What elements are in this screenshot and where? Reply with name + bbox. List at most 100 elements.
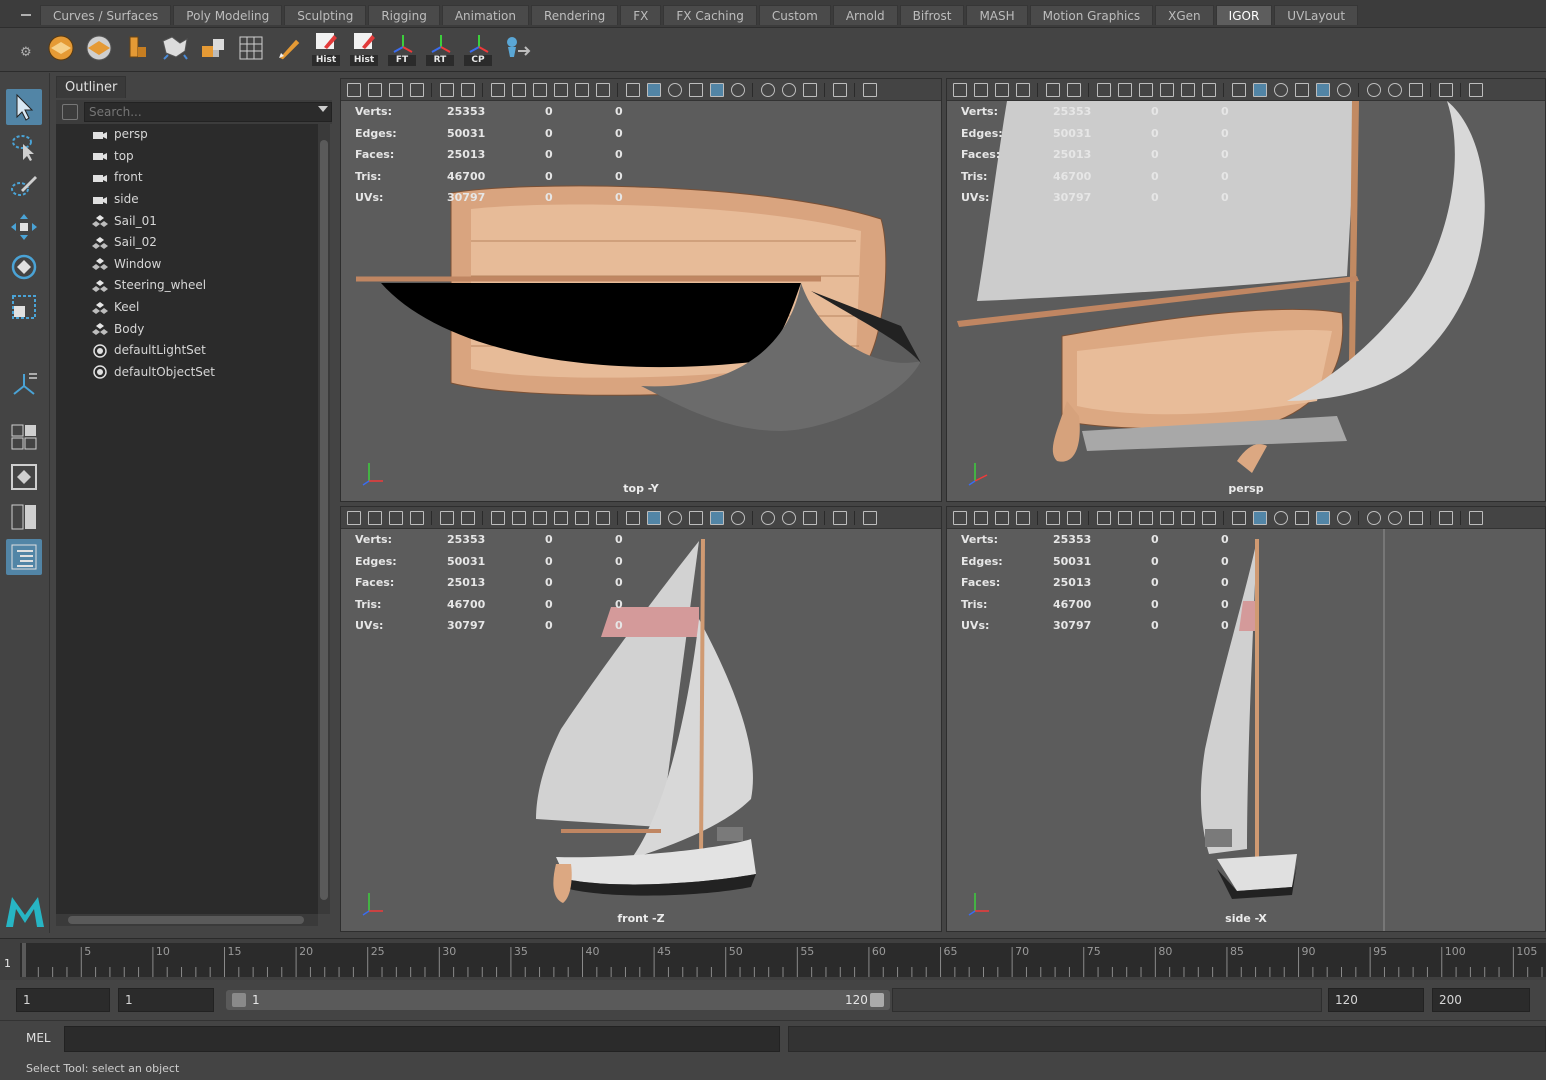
viewport-cam-icon[interactable] — [389, 510, 403, 525]
viewport-tex-icon[interactable] — [710, 510, 724, 525]
layout-single-view-button[interactable] — [6, 459, 42, 495]
viewport-gate-icon[interactable] — [1181, 510, 1195, 525]
viewport-move-icon[interactable] — [1046, 82, 1060, 97]
viewport-cam-icon[interactable] — [347, 82, 361, 97]
layout-four-view-button[interactable] — [6, 419, 42, 455]
shelf-tab-arnold[interactable]: Arnold — [832, 5, 898, 25]
paint-tool-button[interactable] — [272, 30, 306, 66]
viewport-gate-icon[interactable] — [575, 510, 589, 525]
outliner-item[interactable]: Sail_01 — [56, 210, 318, 232]
viewport-res-icon[interactable] — [533, 82, 547, 97]
shelf-tab-rigging[interactable]: Rigging — [368, 5, 440, 25]
shelf-tab-animation[interactable]: Animation — [441, 5, 529, 25]
viewport-shadow-icon[interactable] — [1367, 82, 1381, 97]
viewport-shade-icon[interactable] — [647, 510, 661, 525]
outliner-item[interactable]: side — [56, 189, 318, 211]
viewport-sphere-icon[interactable] — [1274, 82, 1288, 97]
viewport-safe-icon[interactable] — [1160, 82, 1174, 97]
viewport-xray-icon[interactable] — [1469, 510, 1483, 525]
viewport-film-icon[interactable] — [1118, 510, 1132, 525]
viewport-move-icon[interactable] — [440, 510, 454, 525]
hist-button-2[interactable]: Hist — [348, 30, 382, 66]
viewport-mb-icon[interactable] — [803, 510, 817, 525]
viewport-cube-icon[interactable] — [626, 510, 640, 525]
combine-button[interactable] — [196, 30, 230, 66]
viewport-pen-icon[interactable] — [1067, 82, 1081, 97]
range-start-handle[interactable] — [232, 993, 246, 1007]
outliner-item[interactable]: top — [56, 146, 318, 168]
viewport-bm-icon[interactable] — [410, 82, 424, 97]
viewport-res-icon[interactable] — [1139, 82, 1153, 97]
outliner-search-input[interactable] — [84, 102, 332, 122]
viewport-wire-icon[interactable] — [689, 510, 703, 525]
viewport-move-icon[interactable] — [1046, 510, 1060, 525]
shelf-tab-mash[interactable]: MASH — [966, 5, 1028, 25]
scale-tool-button[interactable] — [6, 289, 42, 325]
shelf-tab-igor[interactable]: IGOR — [1215, 5, 1273, 25]
viewport-mb-icon[interactable] — [803, 82, 817, 97]
viewport-iso-icon[interactable] — [833, 82, 847, 97]
viewport-txt-icon[interactable] — [1202, 510, 1216, 525]
poly-plane-button[interactable] — [82, 30, 116, 66]
viewport-ao-icon[interactable] — [782, 82, 796, 97]
layout-two-view-button[interactable] — [6, 499, 42, 535]
playback-end-field[interactable]: 120 — [1328, 988, 1424, 1012]
viewport-light-icon[interactable] — [1337, 510, 1351, 525]
outliner-item[interactable]: defaultLightSet — [56, 340, 318, 362]
range-track[interactable] — [226, 990, 890, 1010]
viewport-light-icon[interactable] — [731, 510, 745, 525]
viewport-txt-icon[interactable] — [1202, 82, 1216, 97]
viewport-cam-icon[interactable] — [974, 82, 988, 97]
rotate-tool-button[interactable] — [6, 249, 42, 285]
shelf-tab-rendering[interactable]: Rendering — [531, 5, 619, 25]
shelf-gear-icon[interactable]: ⚙ — [20, 46, 34, 60]
viewport-tex-icon[interactable] — [1316, 82, 1330, 97]
viewport-xray-icon[interactable] — [1469, 82, 1483, 97]
paint-select-tool-button[interactable] — [6, 169, 42, 205]
viewport-cam-icon[interactable] — [389, 82, 403, 97]
outliner-horizontal-scrollbar[interactable] — [56, 914, 318, 926]
viewport-mb-icon[interactable] — [1409, 510, 1423, 525]
viewport-iso-icon[interactable] — [1439, 82, 1453, 97]
viewport-iso-icon[interactable] — [1439, 510, 1453, 525]
viewport-bm-icon[interactable] — [410, 510, 424, 525]
viewport-grid-icon[interactable] — [491, 510, 505, 525]
outliner-item[interactable]: Body — [56, 318, 318, 340]
viewport-safe-icon[interactable] — [1160, 510, 1174, 525]
shelf-tab-motion-graphics[interactable]: Motion Graphics — [1029, 5, 1154, 25]
viewport-light-icon[interactable] — [1337, 82, 1351, 97]
viewport-sphere-icon[interactable] — [1274, 510, 1288, 525]
script-language-toggle[interactable]: MEL — [26, 1031, 51, 1045]
viewport-top[interactable]: Verts: 25353 0 0 Edges: 50031 0 0 Faces: 25013 0 0 T… — [340, 78, 942, 502]
outliner-tab[interactable]: Outliner — [56, 76, 127, 98]
viewport-tex-icon[interactable] — [1316, 510, 1330, 525]
shelf-tab-fx[interactable]: FX — [620, 5, 662, 25]
viewport-txt-icon[interactable] — [596, 510, 610, 525]
move-tool-button[interactable] — [6, 209, 42, 245]
outliner-item[interactable]: defaultObjectSet — [56, 362, 318, 384]
hist-button-1[interactable]: Hist — [310, 30, 344, 66]
viewport-side[interactable]: Verts: 25353 0 0 Edges: 50031 0 0 Faces: 25013 0 0 T… — [946, 506, 1546, 932]
viewport-res-icon[interactable] — [533, 510, 547, 525]
shelf-tab-sculpting[interactable]: Sculpting — [284, 5, 367, 25]
viewport-cam-icon[interactable] — [347, 510, 361, 525]
viewport-shadow-icon[interactable] — [761, 510, 775, 525]
outliner-item[interactable]: Sail_02 — [56, 232, 318, 254]
viewport-cam-icon[interactable] — [995, 82, 1009, 97]
viewport-txt-icon[interactable] — [596, 82, 610, 97]
freeze-transforms-button[interactable]: FT — [386, 30, 420, 66]
viewport-mb-icon[interactable] — [1409, 82, 1423, 97]
viewport-xray-icon[interactable] — [863, 82, 877, 97]
viewport-ao-icon[interactable] — [1388, 82, 1402, 97]
viewport-cam-icon[interactable] — [974, 510, 988, 525]
viewport-film-icon[interactable] — [512, 82, 526, 97]
viewport-sphere-icon[interactable] — [668, 510, 682, 525]
outliner-item[interactable]: persp — [56, 124, 318, 146]
viewport-cube-icon[interactable] — [1232, 82, 1246, 97]
viewport-cam-icon[interactable] — [368, 82, 382, 97]
time-slider[interactable]: 5 10 15 20 25 30 35 40 45 50 55 60 65 70 75 80 85 90 95 100… — [0, 938, 1546, 980]
viewport-iso-icon[interactable] — [833, 510, 847, 525]
viewport-wire-icon[interactable] — [1295, 82, 1309, 97]
viewport-wire-icon[interactable] — [1295, 510, 1309, 525]
shelf-tab-fx-caching[interactable]: FX Caching — [663, 5, 757, 25]
